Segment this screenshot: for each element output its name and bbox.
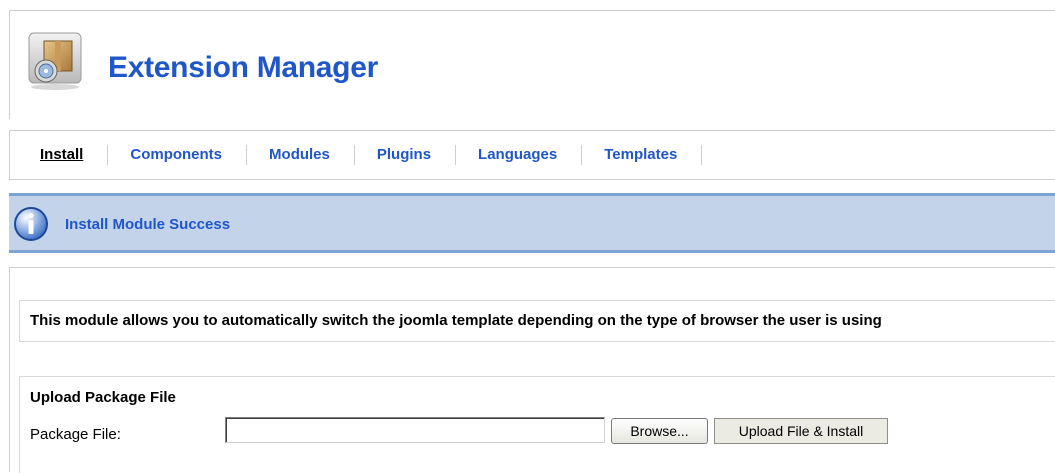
extension-manager-page: Extension Manager Install Components Mod…: [9, 0, 1055, 473]
tab-plugins[interactable]: Plugins: [355, 145, 457, 165]
page-header: Extension Manager: [9, 10, 1055, 119]
package-file-input[interactable]: [225, 417, 605, 443]
submenu-tabs: Install Components Modules Plugins Langu…: [9, 130, 1055, 180]
upload-title: Upload Package File: [30, 389, 176, 406]
package-file-label: Package File:: [30, 426, 121, 443]
info-icon: [13, 206, 49, 242]
tab-install[interactable]: Install: [10, 145, 109, 165]
system-message: Install Module Success: [9, 193, 1055, 253]
content-panel: This module allows you to automatically …: [9, 267, 1055, 473]
tab-templates[interactable]: Templates: [582, 145, 703, 165]
message-text: Install Module Success: [65, 216, 231, 233]
browse-button[interactable]: Browse...: [611, 418, 708, 444]
upload-package-form: Upload Package File Package File: Browse…: [19, 376, 1055, 473]
page-title: Extension Manager: [108, 51, 378, 84]
tab-components[interactable]: Components: [108, 145, 248, 165]
upload-install-button[interactable]: Upload File & Install: [714, 418, 888, 444]
tab-languages[interactable]: Languages: [456, 145, 583, 165]
tab-modules[interactable]: Modules: [247, 145, 355, 165]
description-text: This module allows you to automatically …: [30, 312, 882, 329]
module-description: This module allows you to automatically …: [19, 300, 1055, 342]
package-install-icon: [26, 31, 86, 91]
